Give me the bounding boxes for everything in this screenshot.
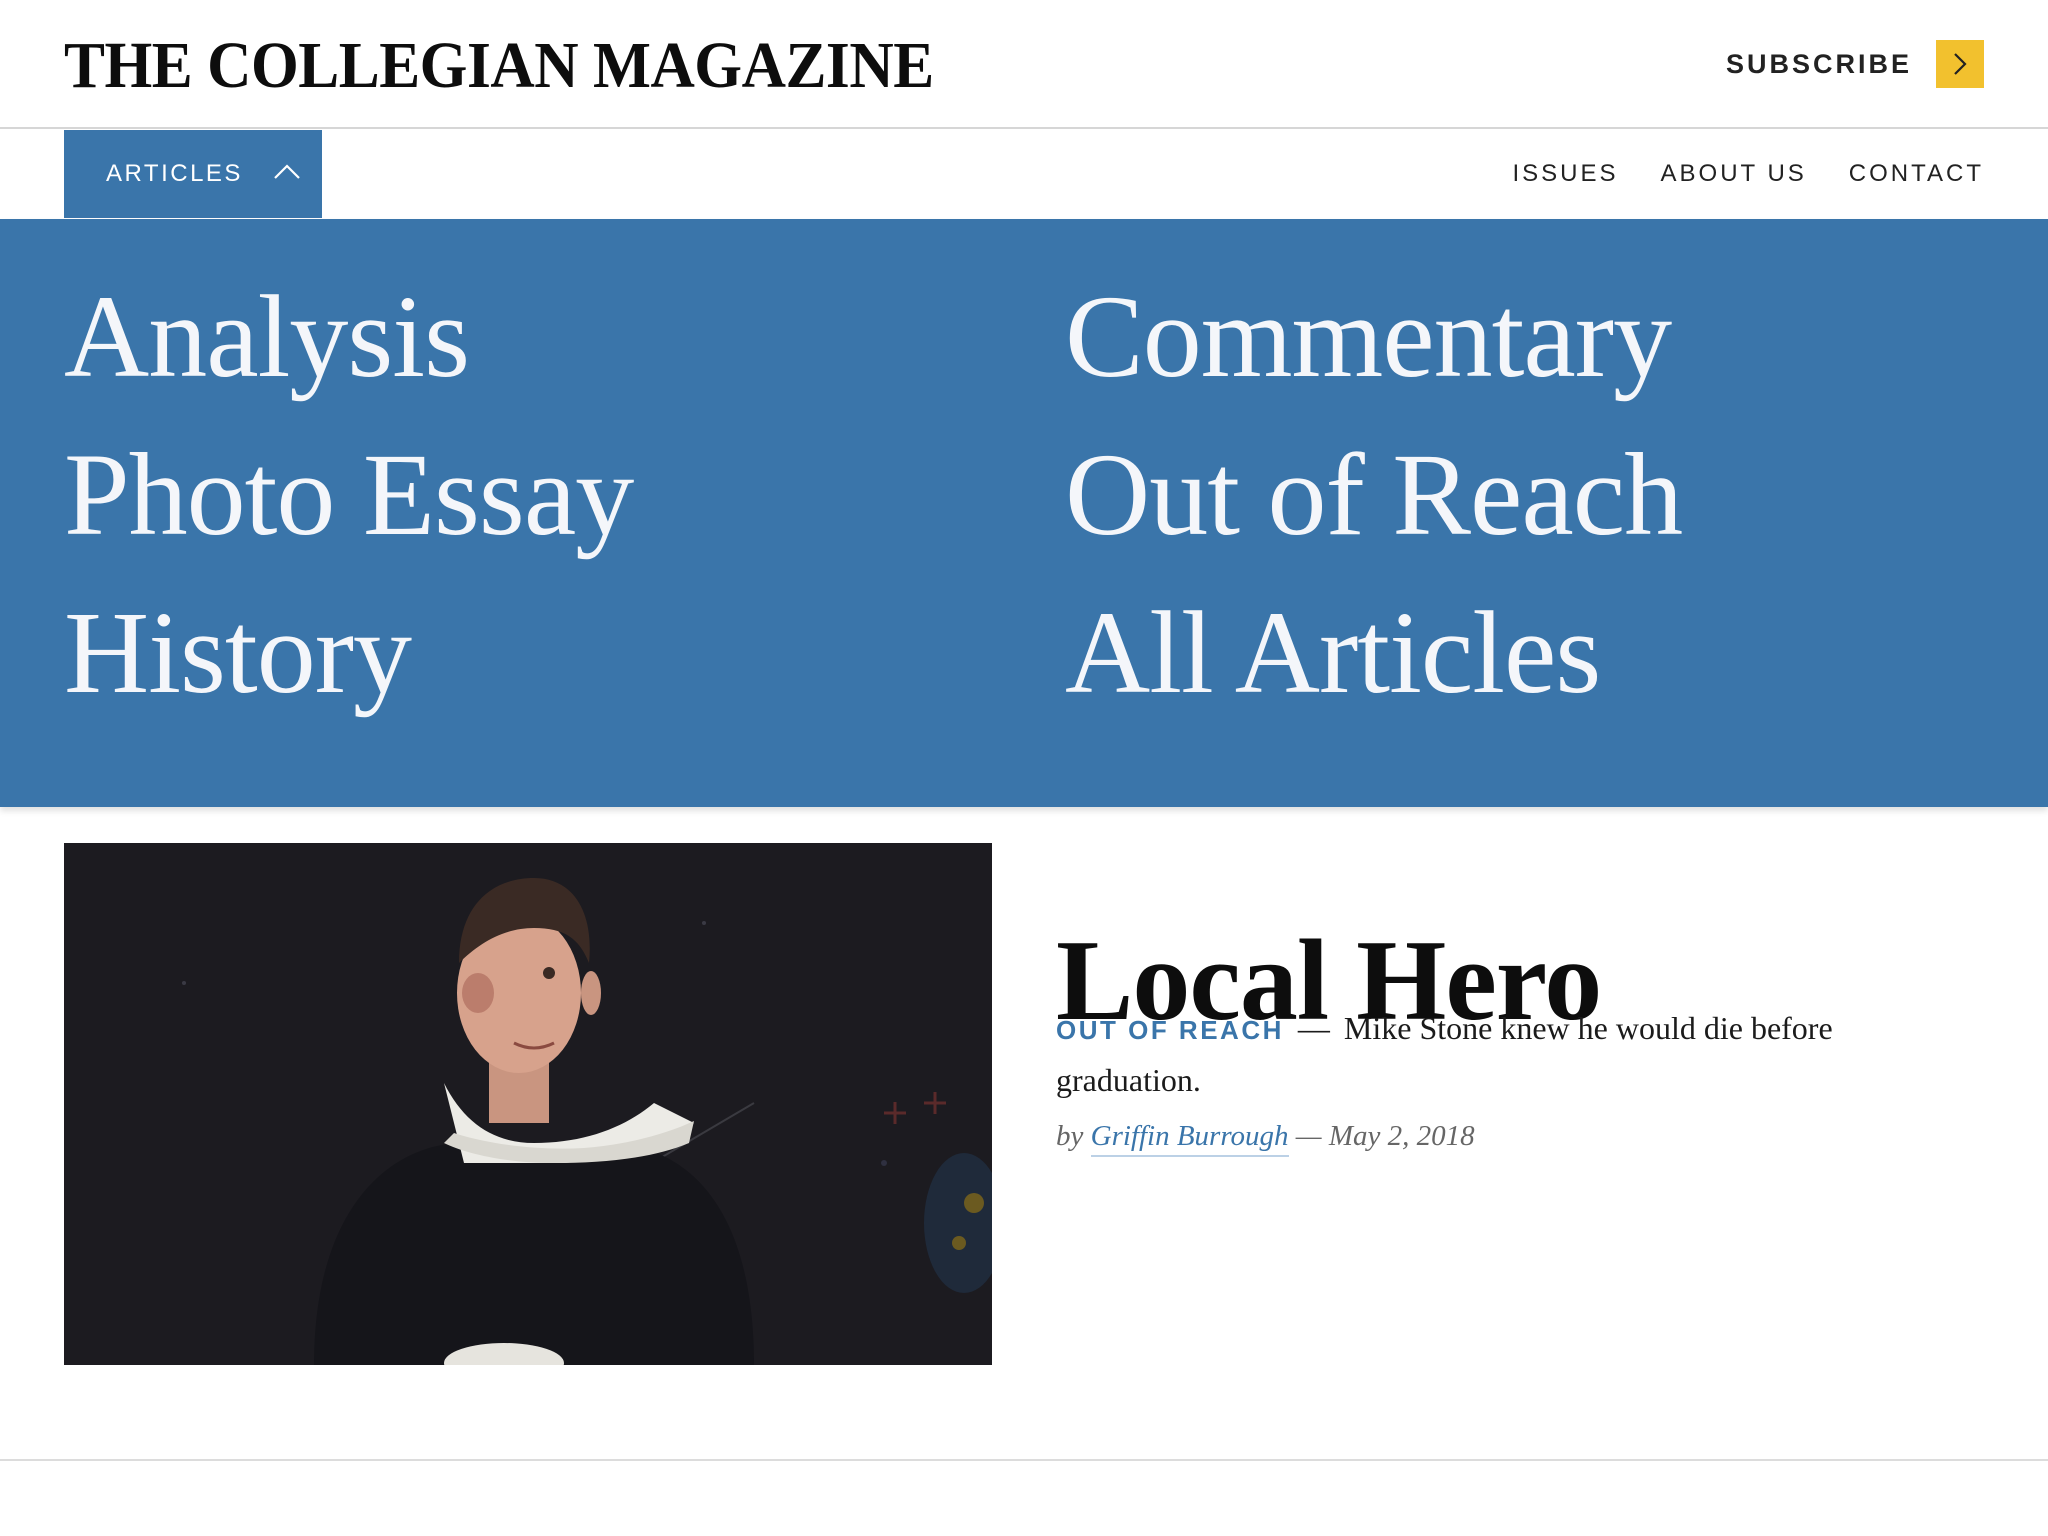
author-link[interactable]: Griffin Burrough (1090, 1120, 1289, 1157)
chevron-right-icon (1936, 40, 1984, 88)
articles-menu-label: ARTICLES (106, 160, 243, 187)
menu-item-history[interactable]: History (64, 588, 412, 718)
nav-link-about-us[interactable]: ABOUT US (1661, 160, 1807, 188)
nav-links: ISSUES ABOUT US CONTACT (1471, 129, 1985, 219)
subscribe-label: SUBSCRIBE (1725, 48, 1912, 79)
site-logo[interactable]: THE COLLEGIAN MAGAZINE (64, 26, 934, 106)
section-divider (0, 1459, 2048, 1461)
portrait-photo (64, 843, 992, 1365)
featured-article-image[interactable] (64, 843, 992, 1365)
menu-item-analysis[interactable]: Analysis (64, 272, 470, 402)
article-category-link[interactable]: OUT OF REACH (1056, 1015, 1284, 1045)
menu-item-out-of-reach[interactable]: Out of Reach (1065, 430, 1683, 560)
main-nav: ARTICLES ISSUES ABOUT US CONTACT (0, 129, 2048, 219)
dek-separator: — (1297, 1010, 1330, 1046)
chevron-up-icon (273, 163, 301, 186)
menu-item-all-articles[interactable]: All Articles (1065, 588, 1601, 718)
menu-item-photo-essay[interactable]: Photo Essay (64, 430, 634, 560)
featured-article-dek: OUT OF REACH — Mike Stone knew he would di… (1056, 1003, 1956, 1105)
article-byline: by Griffin Burrough — May 2, 2018 (1056, 1120, 1475, 1157)
articles-mega-menu: Analysis Photo Essay History Commentary … (0, 219, 2048, 807)
subscribe-button[interactable]: SUBSCRIBE (1726, 40, 1984, 88)
article-date: — May 2, 2018 (1295, 1120, 1475, 1152)
nav-link-contact[interactable]: CONTACT (1849, 160, 1984, 188)
byline-by: by (1056, 1120, 1084, 1152)
menu-item-commentary[interactable]: Commentary (1065, 272, 1672, 402)
site-header: THE COLLEGIAN MAGAZINE SUBSCRIBE (0, 0, 2048, 129)
articles-menu-toggle[interactable]: ARTICLES (64, 130, 322, 218)
nav-link-issues[interactable]: ISSUES (1513, 160, 1619, 188)
